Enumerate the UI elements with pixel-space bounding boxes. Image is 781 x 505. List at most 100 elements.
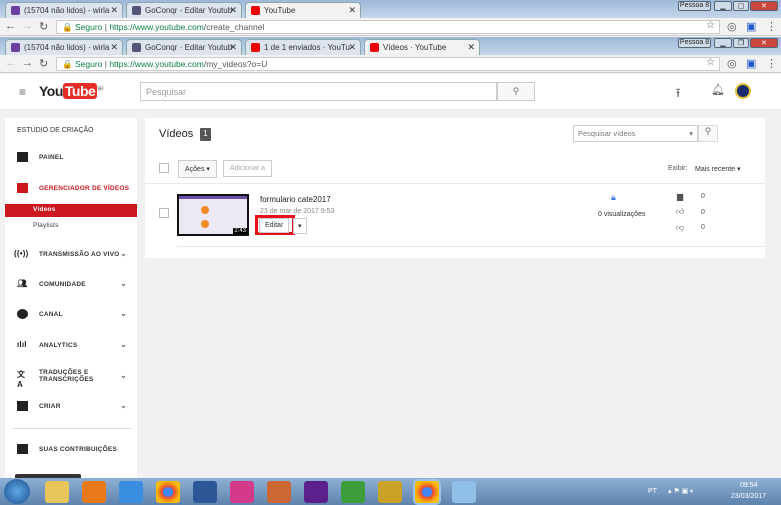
clock-time[interactable]: 09:54 <box>740 482 758 489</box>
close-tab-icon[interactable]: ✕ <box>348 42 356 53</box>
close-tab-icon[interactable]: ✕ <box>467 42 475 53</box>
search-button[interactable]: ⚲ <box>497 82 535 101</box>
add-to-button[interactable]: Adicionar a <box>223 160 273 177</box>
ie-icon[interactable] <box>119 481 143 503</box>
close-tab-icon[interactable]: ✕ <box>110 42 118 53</box>
tab-uploads[interactable]: 1 de 1 enviados · YouTu ✕ <box>245 39 361 55</box>
like-count: 0 <box>701 209 705 216</box>
close-window-button[interactable]: ✕ <box>750 38 778 48</box>
chevron-down-icon[interactable]: ⌄ <box>120 249 127 258</box>
tray-icons[interactable]: ▴ ⚑ ▣ 🔈︎ <box>668 487 694 496</box>
close-tab-icon[interactable]: ✕ <box>229 5 237 16</box>
word-icon[interactable] <box>193 481 217 503</box>
extension2-icon[interactable]: ▣ <box>746 57 756 70</box>
page-title: Vídeos <box>159 128 194 140</box>
explorer-icon[interactable] <box>45 481 69 503</box>
back-icon[interactable]: ← <box>5 57 16 69</box>
yahoo-icon[interactable] <box>304 481 328 503</box>
sidebar-item-community[interactable]: 👥︎ COMUNIDADE ⌄ <box>5 278 137 292</box>
sidebar-item-channel[interactable]: CANAL ⌄ <box>5 308 137 322</box>
chevron-down-icon[interactable]: ⌄ <box>120 279 127 288</box>
hamburger-icon[interactable]: ≡ <box>19 85 26 99</box>
lock-icon: 🔒 <box>62 22 73 32</box>
youtube-logo[interactable]: You Tube BR <box>39 83 104 99</box>
video-thumbnail[interactable]: 2:43 <box>177 194 249 236</box>
close-tab-icon[interactable]: ✕ <box>229 42 237 53</box>
edit-button[interactable]: Editar <box>259 218 290 233</box>
apps-icon[interactable] <box>341 481 365 503</box>
star-icon[interactable]: ☆ <box>706 20 715 31</box>
sidebar-item-videos[interactable]: Vídeos <box>5 204 137 217</box>
shield-icon[interactable] <box>378 481 402 503</box>
sidebar-item-video-manager[interactable]: GERENCIADOR DE VÍDEOS <box>5 182 137 196</box>
sidebar-item-label: CRIAR <box>39 403 61 410</box>
like-icon: 👍︎ <box>676 207 685 216</box>
media-player-icon[interactable] <box>82 481 106 503</box>
actions-button[interactable]: Ações ▾ <box>178 160 217 178</box>
profile-button[interactable]: Pessoa 8 <box>678 38 711 48</box>
profile-button[interactable]: Pessoa 8 <box>678 1 711 11</box>
sidebar-item-translations[interactable]: 文A TRADUÇÕES E TRANSCRIÇÕES ⌄ <box>5 368 137 389</box>
sidebar-item-contributions[interactable]: SUAS CONTRIBUIÇÕES <box>5 443 137 457</box>
forward-icon[interactable]: → <box>22 20 33 32</box>
sidebar-item-live[interactable]: ((•)) TRANSMISSÃO AO VIVO ⌄ <box>5 248 137 262</box>
sidebar-item-playlists[interactable]: Playlists <box>5 219 137 233</box>
tab-email[interactable]: (15704 não lidos) - wirla ✕ <box>5 2 123 18</box>
select-all-checkbox[interactable] <box>159 163 169 173</box>
paint-brush-icon[interactable] <box>452 481 476 503</box>
reload-icon[interactable]: ↻ <box>39 20 48 33</box>
sidebar-item-analytics[interactable]: ılıl ANALYTICS ⌄ <box>5 339 137 353</box>
chrome-active-icon[interactable] <box>415 481 439 503</box>
sort-dropdown[interactable]: Mais recente ▾ <box>695 165 741 173</box>
close-tab-icon[interactable]: ✕ <box>110 5 118 16</box>
chevron-down-icon[interactable]: ⌄ <box>120 309 127 318</box>
star-icon[interactable]: ☆ <box>706 57 715 68</box>
chevron-down-icon[interactable]: ⌄ <box>120 340 127 349</box>
back-icon[interactable]: ← <box>5 20 16 32</box>
chrome-icon[interactable] <box>156 481 180 503</box>
url-input[interactable]: 🔒 Seguro | https://www.youtube.com/my_vi… <box>56 57 720 71</box>
tab-goconqr[interactable]: GoConqr · Editar Youtub ✕ <box>126 39 242 55</box>
chevron-down-icon[interactable]: ⌄ <box>120 371 127 380</box>
sort-label: Mais recente <box>695 166 736 173</box>
tab-youtube[interactable]: YouTube ✕ <box>245 2 361 18</box>
extension2-icon[interactable]: ▣ <box>746 20 756 33</box>
dropdown-arrow-icon[interactable]: ▾ <box>689 129 693 138</box>
tab-email[interactable]: (15704 não lidos) · wirla ✕ <box>5 39 123 55</box>
video-search-input[interactable]: Pesquisar vídeos ▾ <box>573 125 698 142</box>
dislike-icon: 👎︎ <box>676 223 685 232</box>
avatar[interactable] <box>735 83 751 99</box>
maximize-button[interactable]: ▢ <box>733 1 749 11</box>
restore-button[interactable]: ❐ <box>733 38 749 48</box>
clock-date[interactable]: 23/03/2017 <box>731 493 766 500</box>
sidebar-item-painel[interactable]: PAINEL <box>5 151 137 165</box>
bell-icon[interactable]: 🔔︎ <box>711 83 725 96</box>
video-title[interactable]: formulario cate2017 <box>260 195 331 204</box>
upload-icon[interactable]: ⭱ <box>676 84 680 105</box>
minimize-button[interactable]: ▁ <box>714 1 732 11</box>
forward-icon[interactable]: → <box>22 57 33 69</box>
menu-icon[interactable]: ⋮ <box>766 57 777 70</box>
tab-videos[interactable]: Vídeos · YouTube ✕ <box>364 39 480 55</box>
close-window-button[interactable]: ✕ <box>750 1 778 11</box>
extension-icon[interactable]: ◎ <box>727 57 737 70</box>
url-input[interactable]: 🔒 Seguro | https://www.youtube.com/creat… <box>56 20 720 34</box>
minimize-button[interactable]: ▁ <box>714 38 732 48</box>
language-indicator[interactable]: PT <box>648 488 657 495</box>
paint-icon[interactable] <box>267 481 291 503</box>
video-search-button[interactable]: ⚲ <box>698 125 718 142</box>
menu-icon[interactable]: ⋮ <box>766 20 777 33</box>
app-icon[interactable] <box>230 481 254 503</box>
start-button[interactable] <box>4 479 30 504</box>
tab-goconqr[interactable]: GoConqr - Editar Youtub ✕ <box>126 2 242 18</box>
search-input[interactable]: Pesquisar <box>140 82 497 101</box>
sidebar-item-create[interactable]: CRIAR ⌄ <box>5 400 137 414</box>
taskbar: PT ▴ ⚑ ▣ 🔈︎ 09:54 23/03/2017 <box>0 478 781 505</box>
video-checkbox[interactable] <box>159 208 169 218</box>
sidebar-item-label: TRANSMISSÃO AO VIVO <box>39 251 120 258</box>
edit-dropdown-button[interactable]: ▾ <box>293 218 307 234</box>
close-tab-icon[interactable]: ✕ <box>348 5 356 16</box>
extension-icon[interactable]: ◎ <box>727 20 737 33</box>
chevron-down-icon[interactable]: ⌄ <box>120 401 127 410</box>
reload-icon[interactable]: ↻ <box>39 57 48 70</box>
